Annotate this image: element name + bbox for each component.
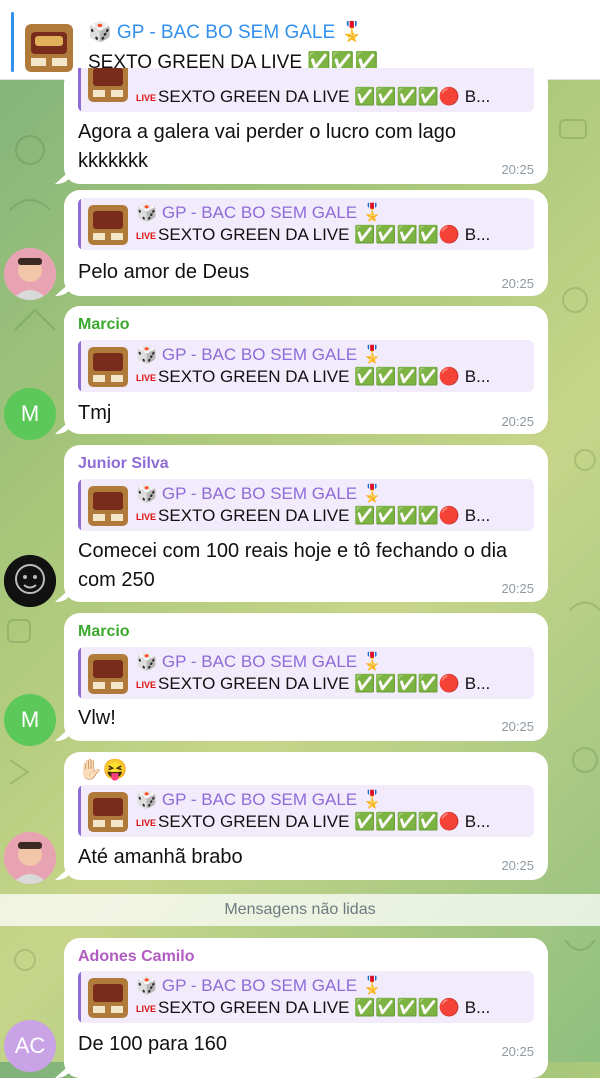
- user-avatar-photo[interactable]: [4, 832, 56, 884]
- reply-preview[interactable]: 🎲 GP - BAC BO SEM GALE 🎖️ LIVE SEXTO GREE…: [78, 785, 534, 837]
- reply-title: 🎲 GP - BAC BO SEM GALE 🎖️: [136, 484, 384, 503]
- message-bubble[interactable]: Adones Camilo 🎲 GP - BAC BO SEM GALE 🎖️ …: [64, 938, 548, 1078]
- reply-thumbnail-image: [88, 68, 128, 102]
- message-time: 20:25: [501, 581, 534, 596]
- message-time: 20:25: [501, 162, 534, 177]
- live-badge: LIVE: [136, 679, 157, 690]
- message-text: Pelo amor de Deus: [78, 261, 250, 283]
- user-avatar-initials[interactable]: M: [4, 388, 56, 440]
- sender-name[interactable]: Adones Camilo: [78, 948, 194, 966]
- reply-thumbnail-image: [88, 792, 128, 832]
- message-bubble[interactable]: ✋🏻😝 🎲 GP - BAC BO SEM GALE 🎖️ LIVE SEXTO …: [64, 752, 548, 880]
- reply-preview[interactable]: 🎲 GP - BAC BO SEM GALE 🎖️ LIVE SEXTO GREE…: [78, 340, 534, 392]
- unread-messages-divider: Mensagens não lidas: [0, 894, 600, 926]
- live-badge: LIVE: [136, 230, 157, 241]
- message-time: 20:25: [501, 858, 534, 873]
- message-text: De 100 para 160: [78, 1033, 228, 1055]
- reply-text: LIVE SEXTO GREEN DA LIVE ✅✅✅✅🔴 B...: [136, 87, 491, 106]
- user-avatar-initials[interactable]: M: [4, 694, 56, 746]
- live-badge: LIVE: [136, 372, 157, 383]
- reply-title: 🎲 GP - BAC BO SEM GALE 🎖️: [136, 652, 384, 671]
- reply-text: LIVE SEXTO GREEN DA LIVE ✅✅✅✅🔴 B...: [136, 812, 491, 831]
- sender-name[interactable]: Junior Silva: [78, 455, 169, 473]
- message-bubble[interactable]: LIVE SEXTO GREEN DA LIVE ✅✅✅✅🔴 B... Agora…: [64, 68, 548, 184]
- reply-preview[interactable]: 🎲 GP - BAC BO SEM GALE 🎖️ LIVE SEXTO GREE…: [78, 647, 534, 699]
- sender-name[interactable]: Marcio: [78, 316, 130, 334]
- pinned-thumbnail-image: [25, 24, 73, 72]
- message-time: 20:25: [501, 414, 534, 429]
- reply-thumbnail-image: [88, 654, 128, 694]
- reply-title: 🎲 GP - BAC BO SEM GALE 🎖️: [136, 203, 384, 222]
- user-avatar-photo[interactable]: [4, 555, 56, 607]
- reply-thumbnail-image: [88, 205, 128, 245]
- message-text: Comecei com 100 reais hoje e tô fechando…: [78, 540, 508, 591]
- face-photo-icon: [4, 832, 56, 884]
- reply-text: LIVE SEXTO GREEN DA LIVE ✅✅✅✅🔴 B...: [136, 225, 491, 244]
- reply-thumbnail-image: [88, 347, 128, 387]
- user-avatar-initials[interactable]: AC: [4, 1020, 56, 1072]
- message-text: Vlw!: [78, 707, 116, 729]
- message-emoji: ✋🏻😝: [78, 759, 128, 781]
- message-bubble[interactable]: 🎲 GP - BAC BO SEM GALE 🎖️ LIVE SEXTO GREE…: [64, 190, 548, 296]
- message-time: 20:25: [501, 1044, 534, 1059]
- reply-preview[interactable]: 🎲 GP - BAC BO SEM GALE 🎖️ LIVE SEXTO GREE…: [78, 971, 534, 1023]
- reply-preview[interactable]: LIVE SEXTO GREEN DA LIVE ✅✅✅✅🔴 B...: [78, 68, 534, 112]
- lion-logo-icon: [4, 555, 56, 607]
- live-badge: LIVE: [136, 511, 157, 522]
- message-text: Até amanhã brabo: [78, 846, 243, 868]
- pinned-accent-bar: [11, 12, 14, 72]
- reply-preview[interactable]: 🎲 GP - BAC BO SEM GALE 🎖️ LIVE SEXTO GREE…: [78, 198, 534, 250]
- reply-text: LIVE SEXTO GREEN DA LIVE ✅✅✅✅🔴 B...: [136, 367, 491, 386]
- live-badge: LIVE: [136, 817, 157, 828]
- message-time: 20:25: [501, 276, 534, 291]
- message-bubble[interactable]: Junior Silva 🎲 GP - BAC BO SEM GALE 🎖️ L…: [64, 445, 548, 602]
- user-avatar-photo[interactable]: [4, 248, 56, 300]
- reply-text: LIVE SEXTO GREEN DA LIVE ✅✅✅✅🔴 B...: [136, 998, 491, 1017]
- message-text: Tmj: [78, 402, 112, 424]
- message-text: Agora a galera vai perder o lucro com la…: [78, 121, 456, 172]
- message-time: 20:25: [501, 719, 534, 734]
- face-photo-icon: [4, 248, 56, 300]
- reply-preview[interactable]: 🎲 GP - BAC BO SEM GALE 🎖️ LIVE SEXTO GREE…: [78, 479, 534, 531]
- reply-text: LIVE SEXTO GREEN DA LIVE ✅✅✅✅🔴 B...: [136, 506, 491, 525]
- live-badge: LIVE: [136, 92, 157, 103]
- live-badge: LIVE: [136, 1003, 157, 1014]
- reply-title: 🎲 GP - BAC BO SEM GALE 🎖️: [136, 976, 384, 995]
- reply-thumbnail-image: [88, 486, 128, 526]
- reply-title: 🎲 GP - BAC BO SEM GALE 🎖️: [136, 790, 384, 809]
- pinned-title: 🎲 GP - BAC BO SEM GALE 🎖️: [88, 22, 365, 43]
- reply-thumbnail-image: [88, 978, 128, 1018]
- sender-name[interactable]: Marcio: [78, 623, 130, 641]
- reply-text: LIVE SEXTO GREEN DA LIVE ✅✅✅✅🔴 B...: [136, 674, 491, 693]
- reply-title: 🎲 GP - BAC BO SEM GALE 🎖️: [136, 345, 384, 364]
- message-bubble[interactable]: Marcio 🎲 GP - BAC BO SEM GALE 🎖️ LIVE SEX…: [64, 613, 548, 741]
- message-bubble[interactable]: Marcio 🎲 GP - BAC BO SEM GALE 🎖️ LIVE SEX…: [64, 306, 548, 434]
